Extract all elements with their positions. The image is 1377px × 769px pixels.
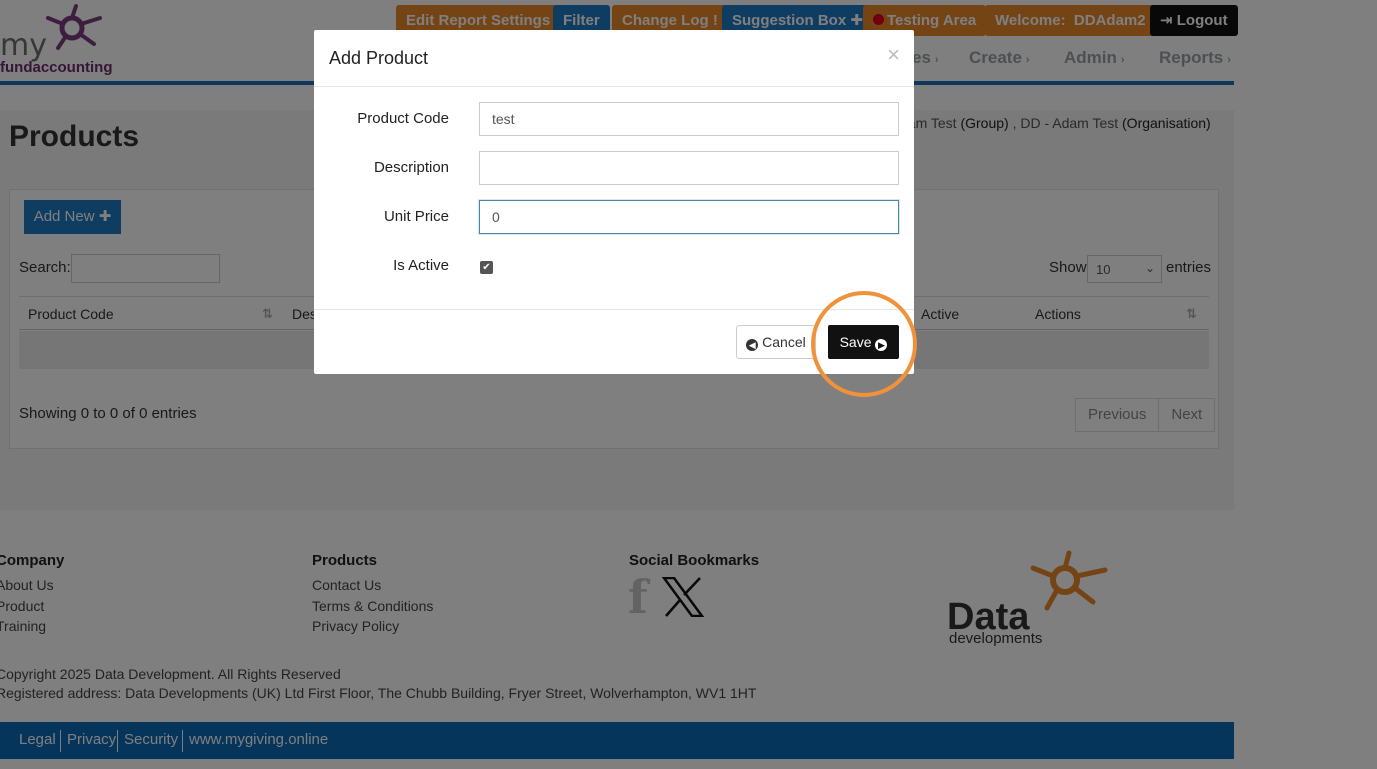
product-code-label: Product Code	[357, 110, 449, 127]
product-code-input[interactable]: test	[479, 102, 899, 136]
close-icon[interactable]: ×	[887, 42, 900, 68]
is-active-checkbox[interactable]: ✔	[480, 261, 493, 274]
unit-price-input[interactable]: 0	[479, 200, 899, 234]
unit-price-label: Unit Price	[383, 208, 449, 225]
description-label: Description	[373, 159, 449, 176]
description-input[interactable]	[479, 151, 899, 185]
modal-header-divider	[314, 86, 914, 87]
cancel-button[interactable]: ◀ Cancel	[736, 325, 816, 359]
is-active-label: Is Active	[393, 257, 449, 274]
modal-title: Add Product	[329, 48, 429, 68]
cancel-label: Cancel	[762, 334, 806, 350]
checkmark-icon: ✔	[482, 262, 491, 273]
arrow-left-circle-icon: ◀	[746, 339, 759, 351]
highlight-circle	[811, 291, 917, 397]
